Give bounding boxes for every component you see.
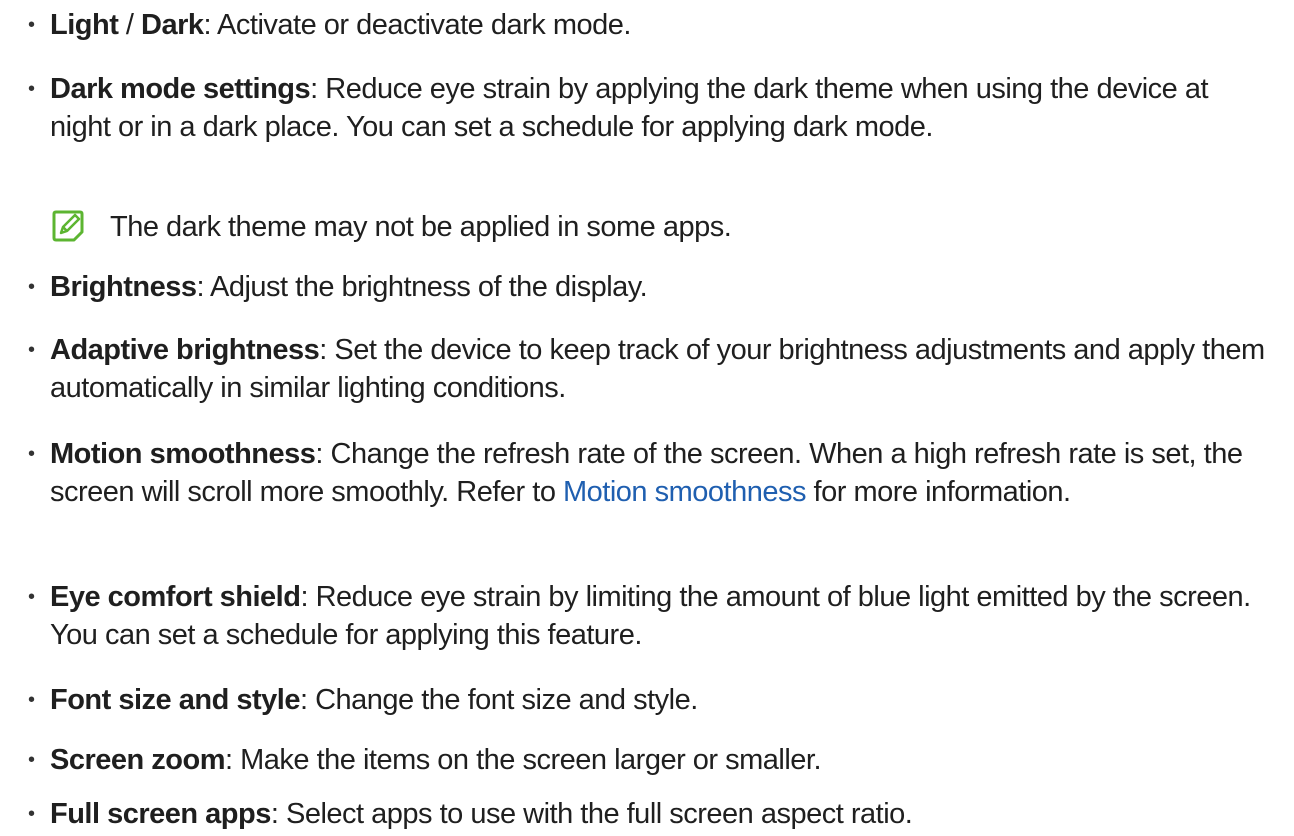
bullet: • xyxy=(28,14,36,36)
item-term: Screen zoom xyxy=(50,744,226,776)
item-description: : Activate or deactivate dark mode. xyxy=(203,9,632,41)
item-term: Motion smoothness xyxy=(50,438,316,470)
item-term: Light xyxy=(50,9,119,41)
settings-document: • Light / Dark: Activate or deactivate d… xyxy=(0,0,1294,836)
item-term: Eye comfort shield xyxy=(50,581,301,613)
item-description: : Change the font size and style. xyxy=(299,684,698,716)
item-description: for more information. xyxy=(805,476,1072,508)
bullet: • xyxy=(28,689,36,711)
item-description: : Make the items on the screen larger or… xyxy=(225,744,822,776)
bullet: • xyxy=(28,276,36,298)
bullet: • xyxy=(28,749,36,771)
item-term: Adaptive brightness xyxy=(50,334,320,366)
note: The dark theme may not be applied in som… xyxy=(50,208,1250,248)
note-text: The dark theme may not be applied in som… xyxy=(110,211,732,243)
bullet: • xyxy=(28,339,36,361)
bullet: • xyxy=(28,443,36,465)
item-term: Brightness xyxy=(50,271,197,303)
note-pencil-icon xyxy=(52,210,84,242)
item-term: Full screen apps xyxy=(50,798,271,830)
item-description: : Select apps to use with the full scree… xyxy=(270,798,913,830)
motion-smoothness-link[interactable]: Motion smoothness xyxy=(563,476,806,508)
bullet: • xyxy=(28,586,36,608)
item-term: Dark mode settings xyxy=(50,73,311,105)
item-description: : Adjust the brightness of the display. xyxy=(196,271,648,303)
term-separator: / xyxy=(118,9,142,41)
item-term: Font size and style xyxy=(50,684,300,716)
bullet: • xyxy=(28,803,36,825)
bullet: • xyxy=(28,78,36,100)
item-term: Dark xyxy=(141,9,204,41)
